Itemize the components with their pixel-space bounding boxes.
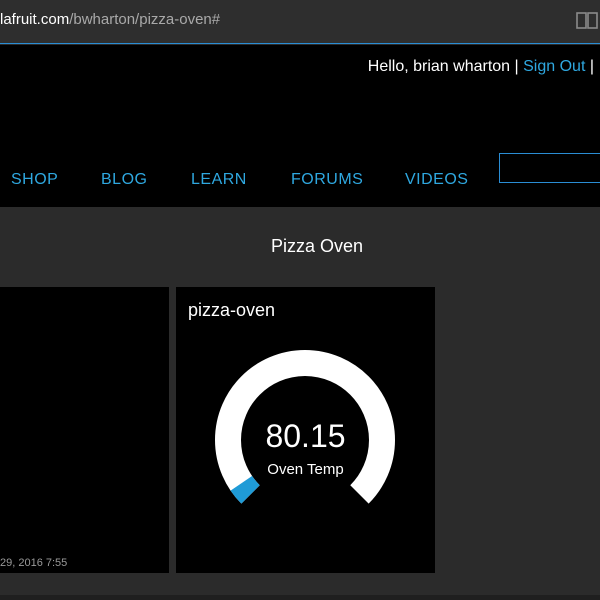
gauge-block[interactable]: pizza-oven 80.15 Oven Temp: [176, 287, 435, 573]
nav-videos[interactable]: VIDEOS: [405, 171, 468, 189]
timestamp: 29, 2016 7:55: [0, 557, 68, 569]
dashboard-block-left: 29, 2016 7:55: [0, 287, 169, 573]
gauge-value: 80.15: [265, 418, 346, 454]
url-text[interactable]: lafruit.com/bwharton/pizza-oven#: [0, 11, 220, 28]
nav-learn[interactable]: LEARN: [191, 171, 247, 189]
url-path: /bwharton/pizza-oven#: [69, 11, 221, 28]
footer-strip: [0, 595, 600, 600]
page-title: Pizza Oven: [270, 236, 364, 256]
search-input[interactable]: [499, 153, 600, 183]
url-host: lafruit.com: [0, 11, 70, 28]
nav-forums[interactable]: FORUMS: [291, 171, 363, 189]
separator: |: [514, 58, 519, 75]
greeting-text: Hello, brian wharton: [367, 58, 511, 75]
sign-out-link[interactable]: Sign Out: [523, 58, 585, 75]
gauge-label: Oven Temp: [267, 461, 344, 478]
nav-blog[interactable]: BLOG: [101, 171, 147, 189]
site-header: Hello, brian wharton | Sign Out | SHOP B…: [0, 45, 600, 207]
address-bar[interactable]: lafruit.com/bwharton/pizza-oven#: [0, 0, 600, 44]
user-greeting: Hello, brian wharton | Sign Out |: [368, 58, 594, 76]
separator: |: [589, 58, 594, 75]
book-icon[interactable]: [576, 11, 598, 31]
gauge-fill: [230, 475, 260, 504]
nav-shop[interactable]: SHOP: [11, 171, 58, 189]
